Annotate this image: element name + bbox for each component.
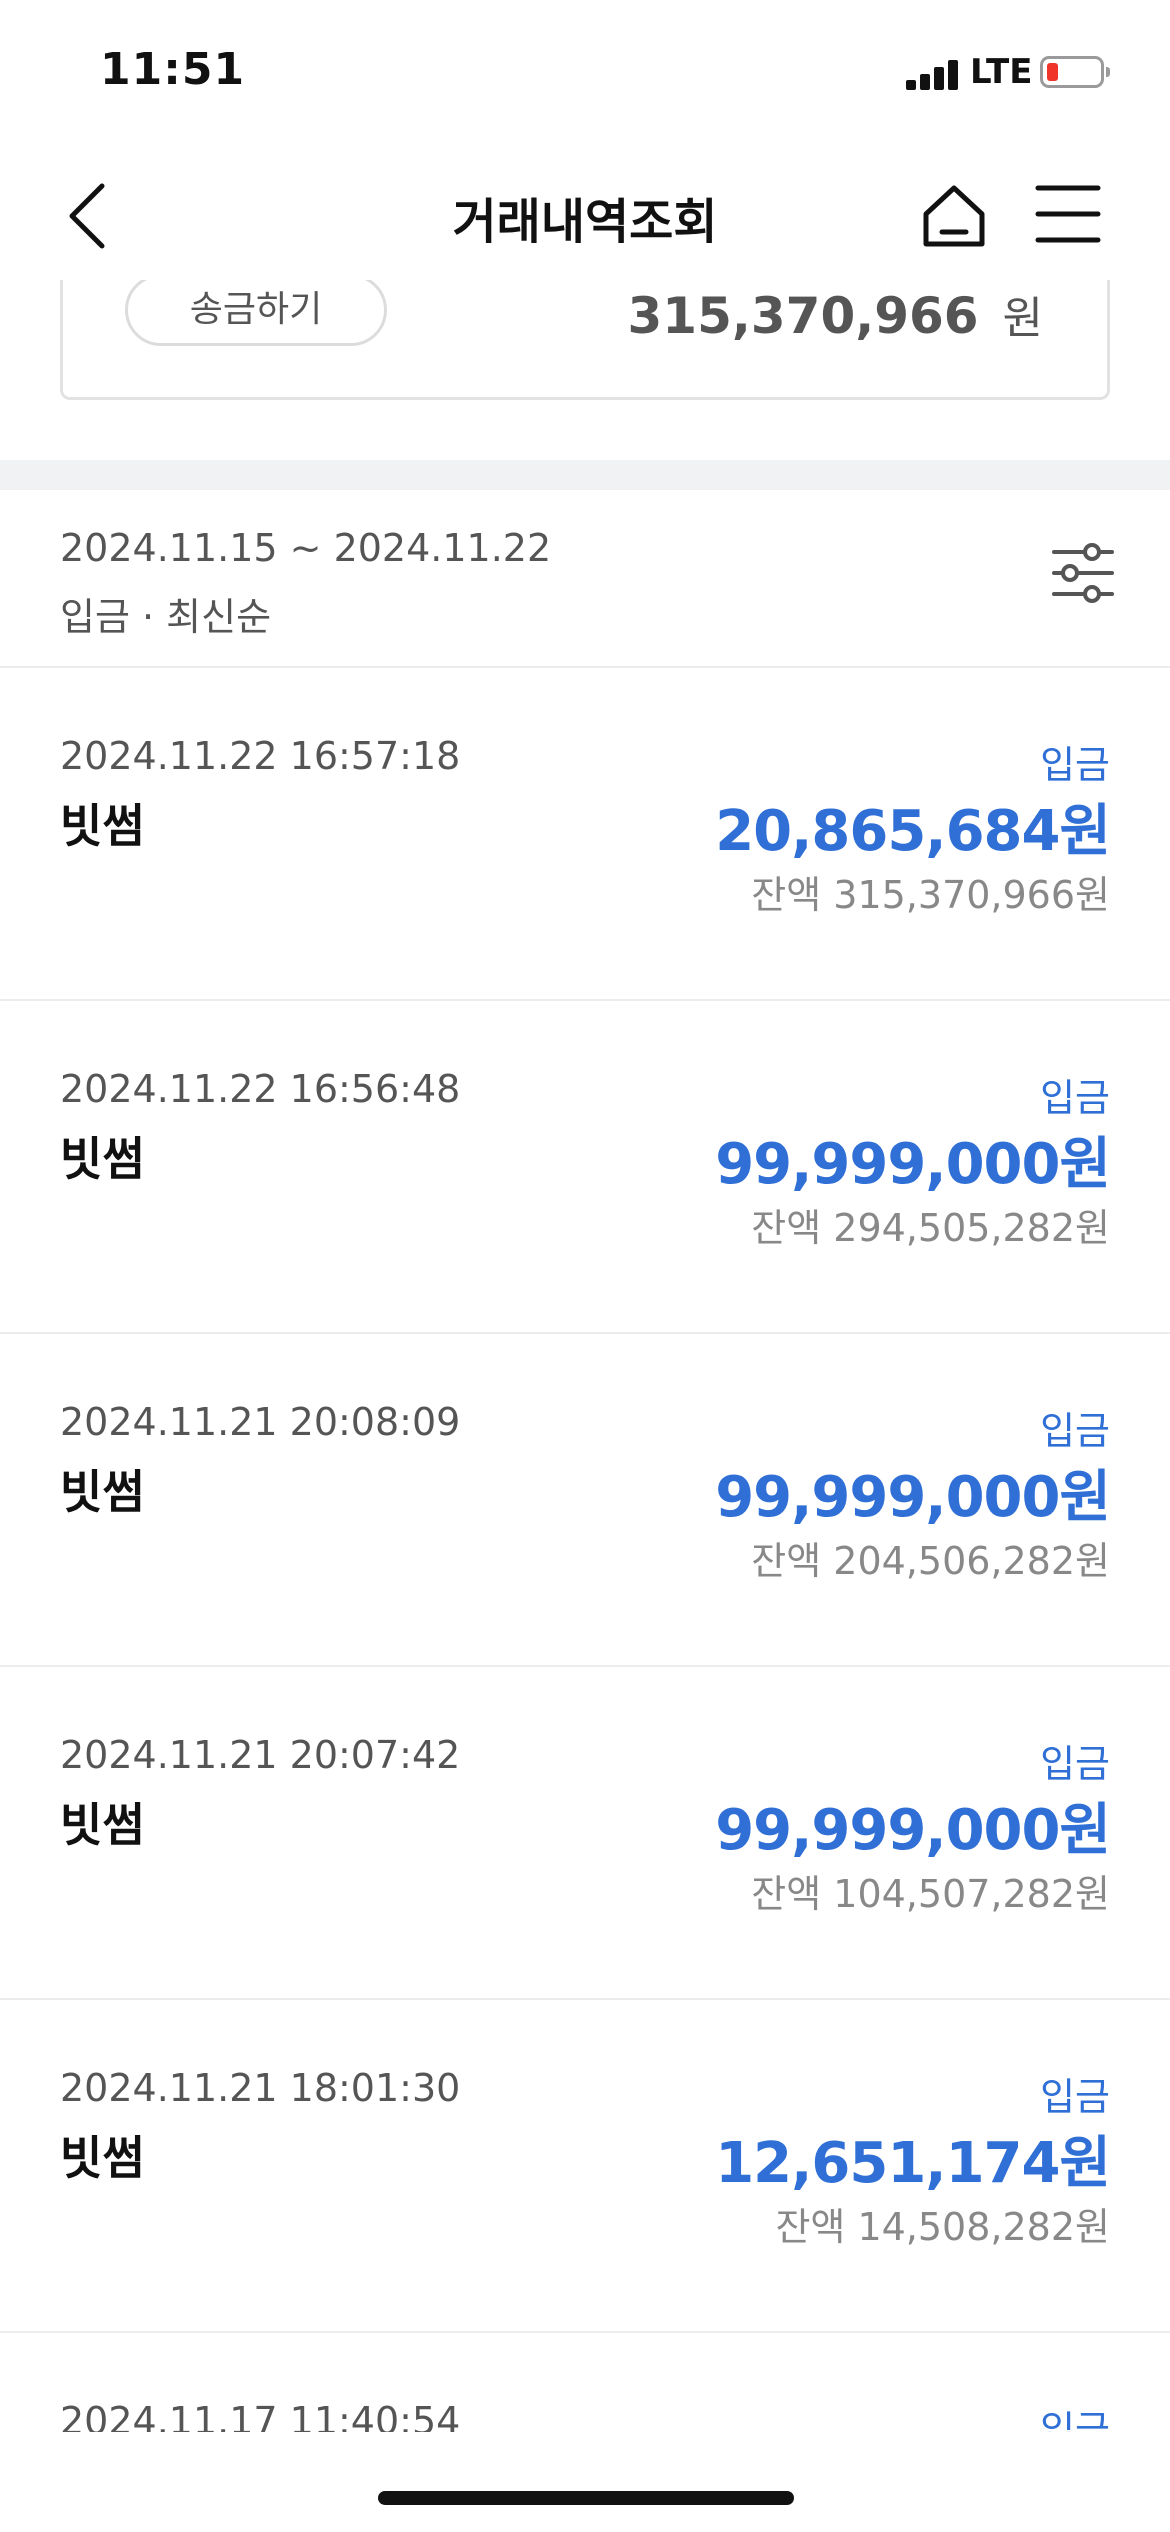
tx-datetime: 2024.11.21 18:01:30 — [60, 2066, 461, 2110]
battery-icon — [1040, 56, 1110, 88]
status-time: 11:51 — [100, 44, 246, 95]
home-indicator[interactable] — [378, 2491, 794, 2505]
tx-balance: 잔액 14,508,282원 — [775, 2205, 1110, 2249]
network-label: LTE — [970, 52, 1033, 92]
tx-type: 입금 — [1040, 1409, 1110, 1453]
tx-datetime: 2024.11.21 20:07:42 — [60, 1733, 461, 1777]
tx-amount: 99,999,000원 — [715, 1798, 1111, 1863]
tx-type: 입금 — [1040, 1742, 1110, 1786]
page-title: 거래내역조회 — [452, 194, 718, 250]
tx-amount: 12,651,174원 — [715, 2131, 1111, 2196]
menu-button[interactable] — [1034, 180, 1102, 248]
tx-datetime: 2024.11.21 20:08:09 — [60, 1400, 461, 1444]
tx-counterparty: 빗썸 — [60, 1798, 145, 1852]
tx-balance: 잔액 315,370,966원 — [751, 873, 1110, 917]
transaction-row[interactable]: 2024.11.22 16:57:18 빗썸 입금 20,865,684원 잔액… — [0, 668, 1170, 1001]
tx-counterparty: 빗썸 — [60, 1465, 145, 1519]
tx-datetime: 2024.11.22 16:56:48 — [60, 1067, 461, 1111]
transaction-row[interactable]: 2024.11.21 20:07:42 빗썸 입금 99,999,000원 잔액… — [0, 1667, 1170, 2000]
tx-balance: 잔액 294,505,282원 — [751, 1206, 1110, 1250]
transaction-row[interactable]: 2024.11.21 20:08:09 빗썸 입금 99,999,000원 잔액… — [0, 1334, 1170, 1667]
hamburger-menu-icon — [1035, 185, 1101, 243]
tx-amount: 99,999,000원 — [715, 1465, 1111, 1530]
balance-unit: 원 — [1002, 293, 1043, 344]
nav-bar: 거래내역조회 — [0, 150, 1170, 280]
tx-type: 입금 — [1040, 743, 1110, 787]
section-divider — [0, 460, 1170, 490]
date-range: 2024.11.15 ~ 2024.11.22 — [60, 526, 552, 570]
tx-datetime: 2024.11.22 16:57:18 — [60, 734, 461, 778]
status-bar: 11:51 LTE — [0, 0, 1170, 150]
transfer-button[interactable]: 송금하기 — [125, 274, 387, 346]
tx-amount: 20,865,684원 — [715, 799, 1111, 864]
transaction-row[interactable]: 2024.11.21 18:01:30 빗썸 입금 12,651,174원 잔액… — [0, 2000, 1170, 2333]
tx-balance: 잔액 104,507,282원 — [751, 1872, 1110, 1916]
signal-icon — [906, 58, 962, 90]
tx-amount: 99,999,000원 — [715, 1132, 1111, 1197]
tx-type: 입금 — [1040, 1076, 1110, 1120]
transaction-row[interactable]: 2024.11.22 16:56:48 빗썸 입금 99,999,000원 잔액… — [0, 1001, 1170, 1334]
sliders-icon — [1052, 543, 1114, 603]
tx-counterparty: 빗썸 — [60, 799, 145, 853]
home-button[interactable] — [918, 180, 990, 252]
tx-type: 입금 — [1040, 2075, 1110, 2119]
account-balance: 315,370,966 원 — [628, 282, 1044, 346]
tx-balance: 잔액 204,506,282원 — [751, 1539, 1110, 1583]
bottom-safe-area — [0, 2432, 1170, 2532]
tx-counterparty: 빗썸 — [60, 1132, 145, 1186]
filter-bar: 2024.11.15 ~ 2024.11.22 입금 · 최신순 — [0, 490, 1170, 668]
filter-button[interactable] — [1050, 540, 1116, 606]
home-icon — [923, 185, 985, 247]
filter-options: 입금 · 최신순 — [60, 595, 272, 639]
balance-amount: 315,370,966 — [627, 287, 979, 345]
transaction-list: 2024.11.22 16:57:18 빗썸 입금 20,865,684원 잔액… — [0, 668, 1170, 2453]
tx-counterparty: 빗썸 — [60, 2131, 145, 2185]
